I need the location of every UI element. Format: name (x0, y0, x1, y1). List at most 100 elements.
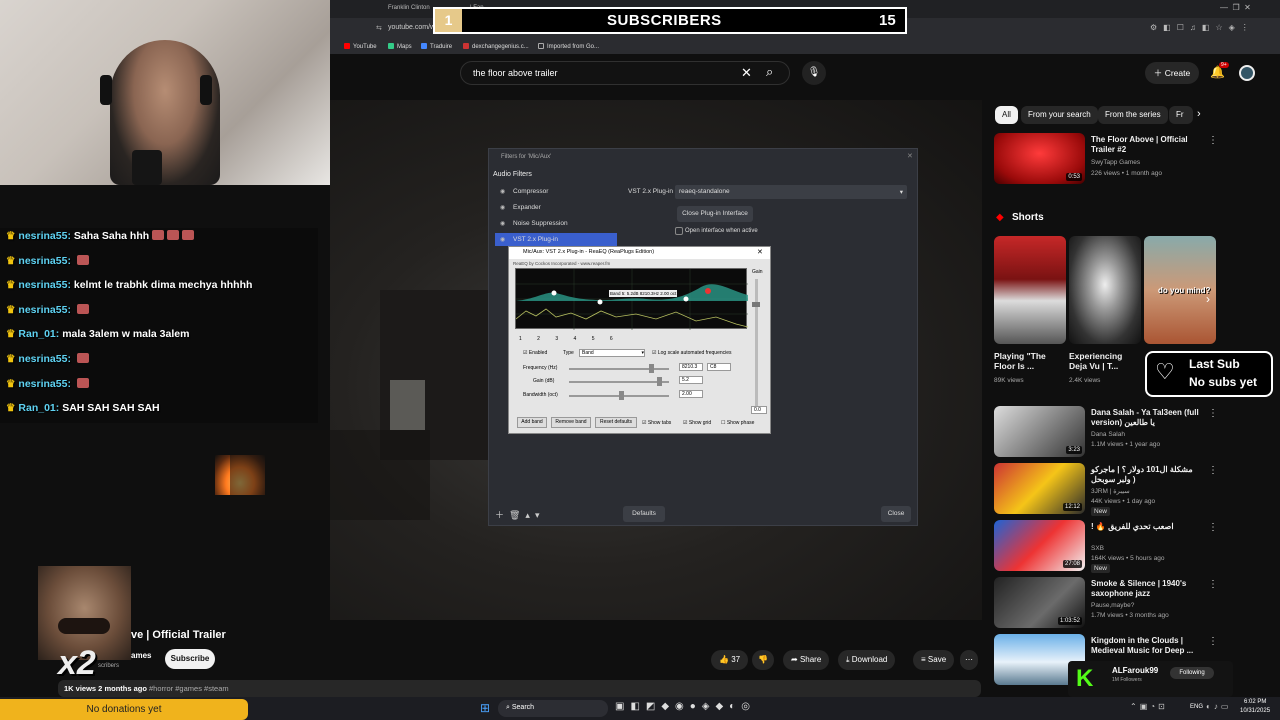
close-button[interactable]: Close (881, 506, 911, 522)
more-icon[interactable]: ⋮ (1208, 522, 1218, 533)
video-thumbnail[interactable]: 0:53 (994, 133, 1085, 184)
gain-db-slider[interactable] (569, 381, 669, 383)
short-title[interactable]: Playing "The Floor Is ... (994, 351, 1060, 371)
frequency-slider-thumb[interactable] (649, 364, 654, 373)
video-description-box[interactable]: 1K views 2 months ago #horror #games #st… (58, 680, 981, 697)
band-tabs[interactable]: 1 2 3 4 5 6 (519, 336, 613, 342)
close-plugin-interface-button[interactable]: Close Plug-in Interface (677, 206, 753, 222)
short-title[interactable]: Experiencing Deja Vu | T... (1069, 351, 1135, 371)
bookmark-youtube[interactable]: YouTube (344, 43, 377, 50)
video-channel[interactable]: SwyTapp Games (1091, 158, 1140, 167)
more-icon[interactable]: ⋮ (1208, 579, 1218, 590)
filter-list-controls[interactable]: ＋🗑▴▾ (495, 508, 544, 521)
open-when-active-checkbox[interactable] (675, 227, 683, 235)
more-icon[interactable]: ⋮ (1208, 408, 1218, 419)
eye-icon[interactable]: ◉ (500, 188, 505, 195)
filter-expander[interactable]: ◉ Expander (495, 201, 617, 214)
voice-search-icon[interactable]: 🎙 (802, 61, 826, 85)
bookmark-maps[interactable]: Maps (388, 43, 412, 50)
video-tags[interactable]: #horror #games #steam (149, 684, 229, 693)
video-title[interactable]: ! 🔥 اصعب تحدي للفريق (1091, 522, 1203, 532)
create-button[interactable]: ＋ Create (1145, 62, 1199, 84)
gain-slider-thumb[interactable] (752, 302, 760, 307)
windows-start-icon[interactable]: ⊞ (480, 701, 490, 715)
clock-date[interactable]: 10/31/2025 (1240, 708, 1270, 714)
avatar[interactable] (1239, 65, 1255, 81)
video-title[interactable]: مشكلة ال101 دولار ؟ | ماجركو ولبر سوبحل … (1091, 465, 1203, 485)
window-controls[interactable]: — ❐ ✕ (1220, 3, 1251, 12)
bookmark-dexchange[interactable]: dexchangegenius.c... (463, 43, 529, 50)
more-icon[interactable]: ⋮ (1208, 636, 1218, 647)
plugin-select[interactable]: reaeq-standalone ▾ (675, 185, 907, 199)
video-thumbnail[interactable]: 1:03:52 (994, 577, 1085, 628)
video-thumbnail[interactable]: 12:12 (994, 463, 1085, 514)
close-icon[interactable]: ✕ (907, 152, 913, 160)
filter-compressor[interactable]: ◉ Compressor (495, 185, 617, 198)
bookmark-traduire[interactable]: Traduire (421, 43, 452, 50)
remove-band-button[interactable]: Remove band (551, 417, 591, 428)
dislike-button[interactable]: 👎 (752, 650, 774, 670)
reset-defaults-button[interactable]: Reset defaults (595, 417, 637, 428)
filter-vst-plugin[interactable]: ◉ VST 2.x Plug-in (495, 233, 617, 246)
add-band-button[interactable]: Add band (517, 417, 547, 428)
taskbar-search[interactable]: ⌕ Search (498, 700, 608, 717)
clock-time[interactable]: 6:02 PM (1244, 699, 1266, 705)
frequency-slider[interactable] (569, 368, 669, 370)
chip-all[interactable]: All (995, 106, 1018, 124)
taskbar-app-icons[interactable]: ▣◧◩◆◉●◈◆◐◎ (615, 701, 756, 712)
eq-band-node-active[interactable] (705, 288, 711, 294)
log-scale-checkbox[interactable]: ☑ Log scale automated frequencies (652, 350, 732, 356)
search-icon[interactable]: ⌕ (766, 64, 773, 80)
chip-from-the-series[interactable]: From the series (1098, 106, 1168, 124)
video-title[interactable]: Dana Salah - Ya Tal3een (full version) ي… (1091, 408, 1203, 428)
video-thumbnail[interactable]: 3:23 (994, 406, 1085, 457)
more-icon[interactable]: ⋮ (1208, 465, 1218, 476)
video-title[interactable]: Kingdom in the Clouds | Medieval Music f… (1091, 636, 1203, 656)
video-title[interactable]: The Floor Above | Official Trailer #2 (1091, 135, 1203, 155)
eye-icon[interactable]: ◉ (500, 236, 505, 243)
following-button[interactable]: Following (1170, 667, 1214, 679)
short-thumbnail[interactable]: do you mind? (1144, 236, 1216, 344)
video-channel[interactable]: Pause,maybe? (1091, 601, 1134, 610)
clear-search-icon[interactable]: ✕ (741, 65, 752, 81)
close-icon[interactable]: ✕ (757, 248, 763, 256)
gain-slider[interactable] (755, 279, 758, 407)
video-channel[interactable]: SXB (1091, 544, 1104, 553)
defaults-button[interactable]: Defaults (623, 506, 665, 522)
tab-franklin[interactable]: Franklin Clinton (388, 5, 430, 11)
gain-db-field[interactable]: 5.2 (679, 376, 703, 384)
more-icon[interactable]: ⋮ (1208, 135, 1218, 146)
chevron-right-icon[interactable]: › (1206, 292, 1210, 306)
site-info-icon[interactable]: ⇆ (376, 24, 382, 32)
browser-toolbar-icons[interactable]: ⚙◧☐♫◧☆◈⋮ (1150, 23, 1255, 32)
filter-noise-suppression[interactable]: ◉ Noise Suppression (495, 217, 617, 230)
video-channel[interactable]: Dana Salah (1091, 430, 1125, 439)
subscribe-button[interactable]: Subscribe (165, 649, 215, 669)
chip-from-your-search[interactable]: From your search (1021, 106, 1098, 124)
channel-name[interactable]: ames (131, 651, 151, 660)
video-thumbnail[interactable]: 27:08 (994, 520, 1085, 571)
short-thumbnail[interactable] (994, 236, 1066, 344)
bandwidth-field[interactable]: 2.00 (679, 390, 703, 398)
show-grid-checkbox[interactable]: ☑ Show grid (683, 420, 711, 426)
show-tabs-checkbox[interactable]: ☑ Show tabs (642, 420, 671, 426)
eq-band-node[interactable] (551, 290, 557, 296)
like-button[interactable]: 👍 37 (711, 650, 749, 670)
share-button[interactable]: ➦ Share (783, 650, 830, 670)
eq-graph[interactable]: Band 5: 5.2dB 8210.3Hz 2.00 oct (515, 268, 749, 330)
bookmark-imported[interactable]: Imported from Go... (538, 43, 599, 50)
enabled-checkbox[interactable]: ☑ Enabled (523, 350, 547, 356)
frequency-note-field[interactable]: C8 (707, 363, 731, 371)
eye-icon[interactable]: ◉ (500, 204, 505, 211)
video-channel[interactable]: 3JRM | سيبرة (1091, 487, 1130, 496)
chip-partial[interactable]: Fr (1169, 106, 1193, 124)
more-actions-button[interactable]: ⋯ (960, 650, 978, 670)
video-title[interactable]: Smoke & Silence | 1940's saxophone jazz (1091, 579, 1203, 599)
eye-icon[interactable]: ◉ (500, 220, 505, 227)
short-thumbnail[interactable] (1069, 236, 1141, 344)
show-phase-checkbox[interactable]: ☐ Show phase (721, 420, 754, 426)
download-button[interactable]: ⤓ Download (838, 650, 896, 670)
bandwidth-slider-thumb[interactable] (619, 391, 624, 400)
chevron-right-icon[interactable]: › (1197, 108, 1201, 120)
type-select[interactable]: Band ▾ (579, 349, 645, 357)
